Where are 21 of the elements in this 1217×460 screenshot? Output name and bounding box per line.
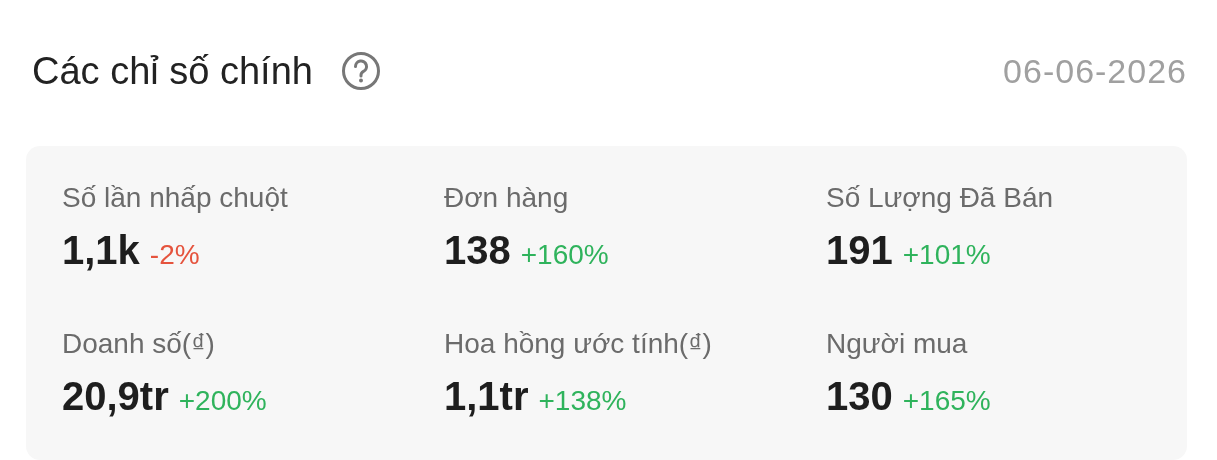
metric-change: +200%	[178, 385, 267, 417]
metric-label: Số lần nhấp chuột	[62, 182, 288, 214]
metric-label: Số Lượng Đã Bán	[826, 182, 1054, 214]
metric-value: 1,1tr	[444, 374, 529, 419]
metric-change: +101%	[902, 239, 991, 271]
metric-value: 130	[826, 374, 893, 419]
section-title: Các chỉ số chính	[32, 49, 313, 93]
metric-change: +165%	[902, 385, 991, 417]
metric-value: 1,1k	[62, 228, 140, 273]
metric-label: Đơn hàng	[444, 182, 569, 214]
metric-change: +160%	[520, 239, 609, 271]
metric-value: 191	[826, 228, 893, 273]
metric-value: 138	[444, 228, 511, 273]
metric-label: Doanh số(₫)	[62, 328, 215, 360]
date-label: 06-06-2026	[1003, 51, 1187, 91]
metric-change: +138%	[538, 385, 627, 417]
help-icon[interactable]	[340, 51, 381, 91]
metric-label: Người mua	[826, 328, 968, 360]
metric-change: -2%	[149, 239, 200, 271]
metric-value: 20,9tr	[62, 374, 169, 419]
metric-label: Hoa hồng ước tính(₫)	[444, 328, 712, 360]
